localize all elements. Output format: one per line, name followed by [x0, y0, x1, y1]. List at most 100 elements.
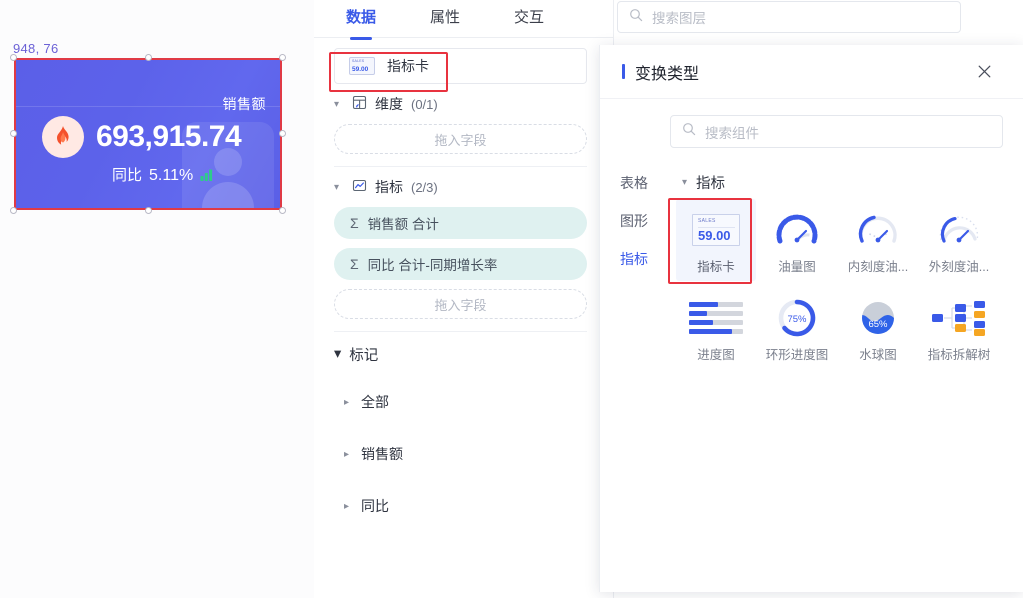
metric-card-icon: SALES 59.00 [682, 208, 750, 252]
svg-text:75%: 75% [787, 314, 807, 325]
liquid-ball-icon: 65% [844, 296, 912, 340]
component-grid-area: ▾ 指标 SALES 59.00 指标卡 油量图 内刻度油... 外刻度油...… [668, 158, 1023, 578]
measure-count: (2/3) [411, 179, 438, 195]
selected-widget[interactable]: 销售额 693,915.74 同比 5.11% [10, 54, 286, 214]
component-item-inner-scale-gauge[interactable]: 内刻度油... [838, 199, 918, 281]
group-header-metric[interactable]: ▾ 指标 [676, 172, 1013, 193]
component-item-label: 油量图 [778, 260, 816, 274]
selection-frame [14, 58, 282, 210]
chart-type-value: 指标卡 [387, 58, 429, 74]
component-item-label: 环形进度图 [765, 348, 829, 362]
measure-glyph-icon [352, 178, 367, 196]
tab-data[interactable]: 数据 [346, 6, 376, 37]
component-item-outer-scale-gauge[interactable]: 外刻度油... [919, 199, 999, 281]
measure-label: 指标 [375, 179, 403, 195]
design-canvas[interactable]: 948, 76 销售额 693,915.74 同比 5.11% [0, 0, 314, 598]
category-metric[interactable]: 指标 [620, 252, 648, 266]
field-chip[interactable]: Σ 销售额 合计 [334, 207, 587, 239]
dimension-section-header[interactable]: ▾ 维度 (0/1) [334, 84, 587, 124]
component-item-label: 指标拆解树 [927, 348, 991, 362]
chevron-down-icon: ▾ [334, 98, 340, 110]
mark-item-all[interactable]: ▸ 全部 [334, 376, 587, 428]
dimension-count: (0/1) [411, 96, 438, 112]
tab-properties[interactable]: 属性 [430, 6, 460, 37]
mark-item-label: 同比 [361, 498, 390, 514]
config-tabs: 数据 属性 交互 [314, 0, 613, 38]
component-item-label: 内刻度油... [847, 260, 909, 274]
category-graph[interactable]: 图形 [620, 214, 648, 228]
dimension-section: ▾ 维度 (0/1) 拖入字段 [314, 84, 613, 167]
component-item-ring-progress[interactable]: 75% 环形进度图 [757, 287, 837, 369]
resize-handle-nw[interactable] [10, 54, 17, 61]
resize-handle-ne[interactable] [279, 54, 286, 61]
chevron-down-icon: ▾ [682, 177, 688, 188]
component-item-label: 指标卡 [697, 260, 735, 274]
mark-item-label: 销售额 [361, 446, 404, 462]
resize-handle-e[interactable] [279, 130, 286, 137]
transform-type-panel: 变换类型 搜索组件 表格 图形 指标 ▾ 指标 SALES 59.00 指标卡 … [599, 45, 1023, 592]
mark-item-sales[interactable]: ▸ 销售额 [334, 428, 587, 480]
chart-type-select[interactable]: SALES 59.00 指标卡 [334, 48, 587, 84]
transform-panel-header: 变换类型 [600, 45, 1023, 99]
marks-section: ▾ 标记 ▸ 全部 ▸ 销售额 ▸ 同比 [314, 332, 613, 532]
dimension-label: 维度 [375, 96, 403, 112]
measure-section: ▾ 指标 (2/3) Σ 销售额 合计 Σ 同比 合计-同期增长率 拖入字段 [314, 167, 613, 332]
outer-scale-gauge-icon [925, 208, 993, 252]
chevron-down-icon: ▾ [334, 181, 340, 193]
group-label: 指标 [696, 176, 726, 192]
dimension-dropzone[interactable]: 拖入字段 [334, 124, 587, 154]
metric-card-icon: SALES 59.00 [349, 57, 375, 75]
measure-dropzone[interactable]: 拖入字段 [334, 289, 587, 319]
title-accent-bar [622, 64, 625, 79]
chevron-right-icon: ▸ [344, 500, 350, 512]
component-item-liquid-ball[interactable]: 65% 水球图 [838, 287, 918, 369]
field-chip[interactable]: Σ 同比 合计-同期增长率 [334, 248, 587, 280]
app-root: 948, 76 销售额 693,915.74 同比 5.11% 数据 属性 交互… [0, 0, 1023, 598]
chevron-right-icon: ▸ [344, 396, 350, 408]
mini-card-value: 59.00 [352, 66, 369, 73]
tab-interaction[interactable]: 交互 [514, 6, 544, 37]
resize-handle-n[interactable] [145, 54, 152, 61]
metric-tree-icon [925, 296, 993, 340]
resize-handle-s[interactable] [145, 207, 152, 214]
component-grid: SALES 59.00 指标卡 油量图 内刻度油... 外刻度油... 进度图 … [676, 199, 1013, 369]
component-item-metric-card[interactable]: SALES 59.00 指标卡 [676, 199, 756, 281]
ring-progress-icon: 75% [763, 296, 831, 340]
search-icon [682, 122, 696, 141]
mini-sales-label: SALES [698, 218, 716, 224]
sum-icon: Σ [350, 256, 359, 272]
component-item-fuel-gauge[interactable]: 油量图 [757, 199, 837, 281]
resize-handle-sw[interactable] [10, 207, 17, 214]
component-search-input[interactable]: 搜索组件 [670, 115, 1003, 148]
measure-section-header[interactable]: ▾ 指标 (2/3) [334, 167, 587, 207]
resize-handle-se[interactable] [279, 207, 286, 214]
component-item-label: 水球图 [859, 348, 897, 362]
component-search-row: 搜索组件 [600, 99, 1023, 158]
component-item-label: 外刻度油... [928, 260, 990, 274]
component-item-progress-bars[interactable]: 进度图 [676, 287, 756, 369]
svg-text:65%: 65% [868, 319, 888, 330]
layer-search-input[interactable]: 搜索图层 [617, 1, 961, 33]
transform-panel-title-wrap: 变换类型 [622, 60, 699, 84]
marks-section-header[interactable]: ▾ 标记 [334, 332, 587, 376]
transform-panel-body: 表格 图形 指标 ▾ 指标 SALES 59.00 指标卡 油量图 内刻度油..… [600, 158, 1023, 578]
category-table[interactable]: 表格 [620, 176, 648, 190]
search-icon [629, 8, 643, 27]
fuel-gauge-icon [763, 208, 831, 252]
component-search-placeholder: 搜索组件 [705, 125, 759, 141]
resize-handle-w[interactable] [10, 130, 17, 137]
component-item-metric-tree[interactable]: 指标拆解树 [919, 287, 999, 369]
inner-scale-gauge-icon [844, 208, 912, 252]
field-chip-label: 同比 合计-同期增长率 [367, 258, 498, 273]
close-icon[interactable] [973, 61, 995, 83]
config-panel: 数据 属性 交互 SALES 59.00 指标卡 ▾ 维度 (0/1) 拖入字段… [314, 0, 614, 598]
mark-item-label: 全部 [361, 394, 390, 410]
field-chip-label: 销售额 合计 [367, 217, 439, 232]
chevron-down-icon: ▾ [334, 346, 342, 362]
coordinate-label: 948, 76 [13, 41, 59, 56]
marks-label: 标记 [349, 347, 379, 364]
mark-item-yoy[interactable]: ▸ 同比 [334, 480, 587, 532]
progress-bars-icon [682, 296, 750, 340]
dimension-glyph-icon [352, 95, 367, 113]
chevron-right-icon: ▸ [344, 448, 350, 460]
